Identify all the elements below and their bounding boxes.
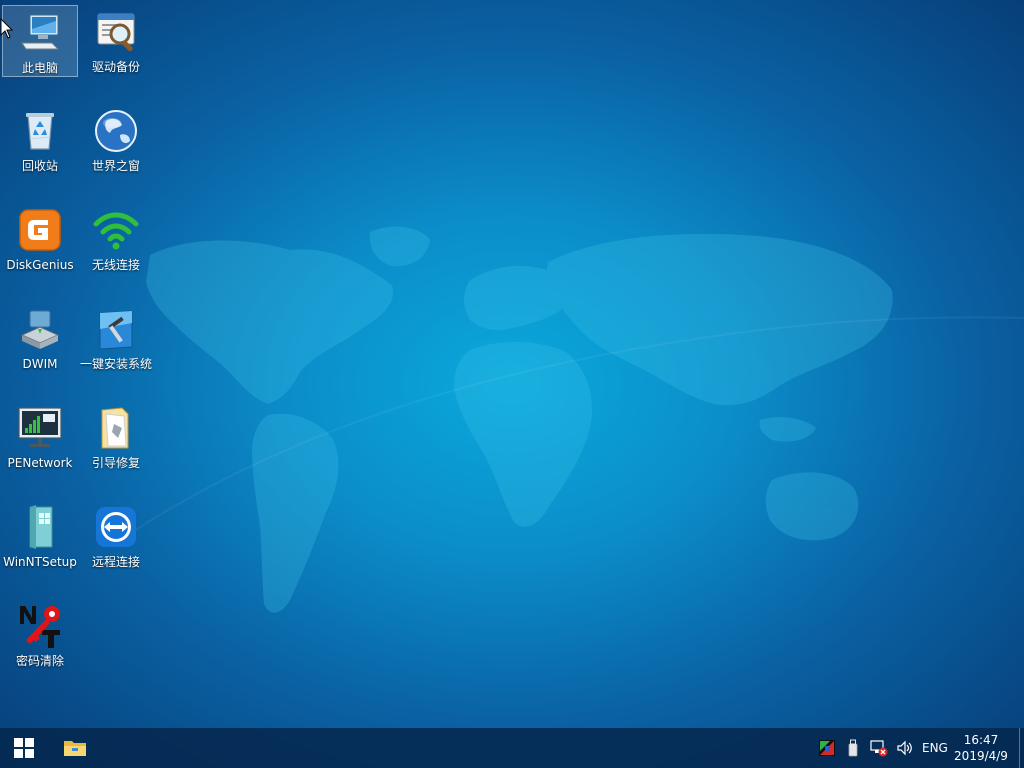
desktop-icon-label: 此电脑 <box>21 61 58 75</box>
recycle-bin-icon <box>26 113 54 150</box>
driver-backup-icon <box>97 13 135 52</box>
desktop-icon-this-pc[interactable]: 此电脑 <box>2 5 78 77</box>
clock-time: 16:47 <box>963 733 999 747</box>
desktop-icon-label: 无线连接 <box>91 258 140 272</box>
desktop-icon-wireless[interactable]: 无线连接 <box>78 203 154 275</box>
windows-logo-icon <box>14 738 34 758</box>
input-language-indicator[interactable]: ENG <box>922 741 948 755</box>
winntsetup-icon <box>29 505 53 549</box>
password-reset-icon <box>20 606 60 648</box>
desktop-icon-label: PENetwork <box>7 456 73 470</box>
file-explorer-icon <box>64 741 86 756</box>
desktop-icon-system-install[interactable]: 一键安装系统 <box>78 302 154 374</box>
desktop-icon-label: 一键安装系统 <box>79 357 152 371</box>
desktop-icon-label: WinNTSetup <box>3 555 77 569</box>
color-palette-icon[interactable] <box>818 739 836 757</box>
dwim-icon <box>20 310 60 349</box>
desktop-icon-recycle-bin[interactable]: 回收站 <box>2 104 78 176</box>
desktop-icon-driver-backup[interactable]: 驱动备份 <box>78 5 154 77</box>
desktop-icon-dwim[interactable]: DWIM <box>2 302 78 374</box>
network-disconnected-icon[interactable] <box>870 739 888 757</box>
desktop-icon-winntsetup[interactable]: WinNTSetup <box>2 500 78 572</box>
taskbar-clock[interactable]: 16:47 2019/4/9 <box>946 731 1016 765</box>
system-tray: ENG <box>814 728 948 768</box>
start-button[interactable] <box>0 728 48 768</box>
desktop-icon-penetwork[interactable]: PENetwork <box>2 401 78 473</box>
teamviewer-icon <box>96 507 136 547</box>
desktop-icon-password-reset[interactable]: 密码清除 <box>2 599 78 671</box>
pe-network-icon <box>18 407 62 447</box>
desktop-icon-label: 回收站 <box>21 159 58 173</box>
mouse-cursor-icon <box>0 18 14 39</box>
desktop-icon-label: 引导修复 <box>91 456 140 470</box>
desktop-icon-diskgenius[interactable]: DiskGenius <box>2 203 78 275</box>
globe-browser-icon <box>95 110 137 152</box>
diskgenius-icon <box>19 209 61 251</box>
desktop-icon-label: DWIM <box>22 357 58 371</box>
desktop: 此电脑 驱动备份 回收站 世界之窗 DiskGenius 无线连接 DWIM 一… <box>0 0 1024 728</box>
desktop-icon-label: 驱动备份 <box>91 60 140 74</box>
system-installer-icon <box>99 310 133 350</box>
volume-icon[interactable] <box>896 739 914 757</box>
usb-drive-icon[interactable] <box>844 739 862 757</box>
show-desktop-button[interactable] <box>1019 728 1024 768</box>
boot-repair-icon <box>101 407 129 449</box>
desktop-icon-label: 世界之窗 <box>91 159 140 173</box>
desktop-icon-boot-repair[interactable]: 引导修复 <box>78 401 154 473</box>
taskbar: ENG 16:47 2019/4/9 <box>0 728 1024 768</box>
desktop-icon-label: 远程连接 <box>91 555 140 569</box>
clock-date: 2019/4/9 <box>954 749 1008 763</box>
desktop-icon-remote[interactable]: 远程连接 <box>78 500 154 572</box>
wifi-icon <box>93 212 139 250</box>
computer-icon <box>21 14 60 50</box>
desktop-icon-label: DiskGenius <box>6 258 74 272</box>
desktop-icon-world-window[interactable]: 世界之窗 <box>78 104 154 176</box>
taskbar-file-explorer-button[interactable] <box>52 728 98 768</box>
desktop-icon-label: 密码清除 <box>15 654 64 668</box>
